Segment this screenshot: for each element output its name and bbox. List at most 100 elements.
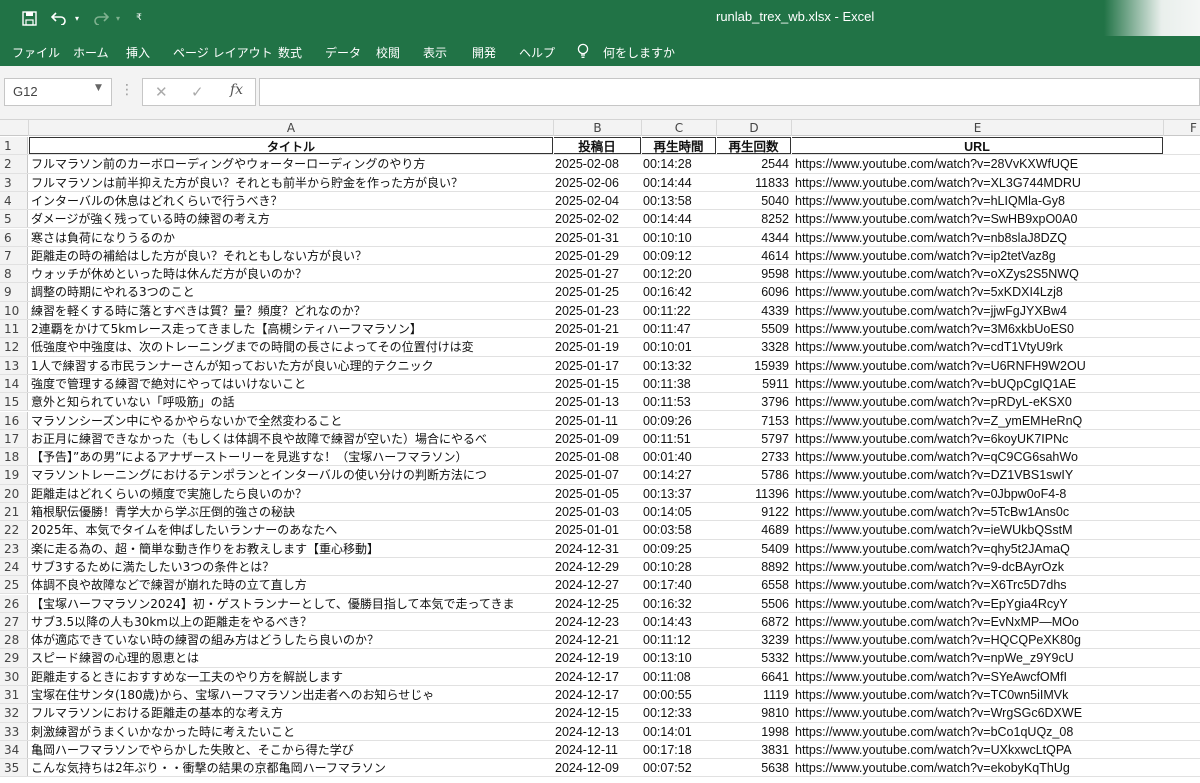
duration-cell[interactable]: 00:12:20 <box>642 265 716 282</box>
date-cell[interactable]: 2025-02-08 <box>554 155 641 172</box>
duration-cell[interactable]: 00:10:10 <box>642 229 716 246</box>
url-cell[interactable]: https://www.youtube.com/watch?v=ip2tetVa… <box>792 247 1163 264</box>
row-number[interactable]: 6 <box>0 228 28 246</box>
views-cell[interactable]: 6558 <box>717 576 791 593</box>
row-number[interactable]: 1 <box>0 137 28 155</box>
date-cell[interactable]: 2024-12-15 <box>554 704 641 721</box>
title-cell[interactable]: こんな気持ちは2年ぶり・・衝撃の結果の京都亀岡ハーフマラソン <box>29 759 553 776</box>
views-cell[interactable]: 5040 <box>717 192 791 209</box>
url-cell[interactable]: https://www.youtube.com/watch?v=EpYgia4R… <box>792 595 1163 612</box>
title-cell[interactable]: 【予告】”あの男”によるアナザーストーリーを見逃すな！（宝塚ハーフマラソン） <box>29 448 553 465</box>
views-cell[interactable]: 5638 <box>717 759 791 776</box>
url-cell[interactable]: https://www.youtube.com/watch?v=6koyUK7I… <box>792 430 1163 447</box>
date-cell[interactable]: 2025-01-23 <box>554 302 641 319</box>
date-cell[interactable]: 2025-01-09 <box>554 430 641 447</box>
date-cell[interactable]: 2024-12-29 <box>554 558 641 575</box>
row-number[interactable]: 5 <box>0 210 28 228</box>
url-cell[interactable]: https://www.youtube.com/watch?v=SYeAwcfO… <box>792 668 1163 685</box>
date-cell[interactable]: 2025-01-21 <box>554 320 641 337</box>
date-cell[interactable]: 2025-01-15 <box>554 375 641 392</box>
row-number[interactable]: 4 <box>0 191 28 210</box>
url-cell[interactable]: https://www.youtube.com/watch?v=jjwFgJYX… <box>792 302 1163 319</box>
duration-cell[interactable]: 00:11:47 <box>642 320 716 337</box>
url-cell[interactable]: https://www.youtube.com/watch?v=qhy5t2JA… <box>792 540 1163 557</box>
url-cell[interactable]: https://www.youtube.com/watch?v=9-dcBAyr… <box>792 558 1163 575</box>
undo-icon[interactable] <box>48 0 70 36</box>
url-cell[interactable]: https://www.youtube.com/watch?v=WrgSGc6D… <box>792 704 1163 721</box>
url-cell[interactable]: https://www.youtube.com/watch?v=hLIQMla-… <box>792 192 1163 209</box>
row-number[interactable]: 21 <box>0 503 28 521</box>
title-cell[interactable]: ウォッチが休めといった時は休んだ方が良いのか？ <box>29 265 553 282</box>
date-cell[interactable]: 2025-01-01 <box>554 521 641 538</box>
url-cell[interactable]: https://www.youtube.com/watch?v=DZ1VBS1s… <box>792 466 1163 483</box>
duration-cell[interactable]: 00:14:44 <box>642 210 716 227</box>
duration-cell[interactable]: 00:11:08 <box>642 668 716 685</box>
views-cell[interactable]: 4339 <box>717 302 791 319</box>
url-cell[interactable]: https://www.youtube.com/watch?v=3M6xkbUo… <box>792 320 1163 337</box>
date-cell[interactable]: 2025-01-08 <box>554 448 641 465</box>
url-cell[interactable]: https://www.youtube.com/watch?v=bUQpCgIQ… <box>792 375 1163 392</box>
duration-cell[interactable]: 00:17:40 <box>642 576 716 593</box>
duration-cell[interactable]: 00:17:18 <box>642 741 716 758</box>
url-cell[interactable]: https://www.youtube.com/watch?v=oXZys2S5… <box>792 265 1163 282</box>
views-cell[interactable]: 5797 <box>717 430 791 447</box>
duration-cell[interactable]: 00:11:12 <box>642 631 716 648</box>
date-cell[interactable]: 2025-01-29 <box>554 247 641 264</box>
date-cell[interactable]: 2024-12-31 <box>554 540 641 557</box>
title-cell[interactable]: フルマラソンは前半抑えた方が良い？それとも前半から貯金を作った方が良い？ <box>29 174 553 191</box>
url-cell[interactable]: https://www.youtube.com/watch?v=SwHB9xpO… <box>792 210 1163 227</box>
column-header-b[interactable]: B <box>554 120 642 136</box>
views-cell[interactable]: 9122 <box>717 503 791 520</box>
views-cell[interactable]: 4344 <box>717 229 791 246</box>
date-cell[interactable]: 2025-01-25 <box>554 283 641 300</box>
row-number[interactable]: 15 <box>0 393 28 411</box>
undo-dropdown-icon[interactable]: ▾ <box>72 0 82 36</box>
enter-icon[interactable]: ✓ <box>191 83 204 101</box>
row-number[interactable]: 12 <box>0 338 28 356</box>
views-cell[interactable]: 5786 <box>717 466 791 483</box>
row-number[interactable]: 26 <box>0 594 28 612</box>
views-cell[interactable]: 5911 <box>717 375 791 392</box>
date-cell[interactable]: 2024-12-23 <box>554 613 641 630</box>
date-cell[interactable]: 2024-12-13 <box>554 723 641 740</box>
url-cell[interactable]: https://www.youtube.com/watch?v=X6Trc5D7… <box>792 576 1163 593</box>
row-number[interactable]: 23 <box>0 539 28 557</box>
row-number[interactable]: 24 <box>0 557 28 576</box>
row-number[interactable]: 33 <box>0 722 28 740</box>
row-number[interactable]: 30 <box>0 667 28 685</box>
lightbulb-icon[interactable] <box>576 43 590 59</box>
date-cell[interactable]: 2025-01-17 <box>554 357 641 374</box>
duration-cell[interactable]: 00:07:52 <box>642 759 716 776</box>
views-cell[interactable]: 5506 <box>717 595 791 612</box>
title-cell[interactable]: 刺激練習がうまくいかなかった時に考えたいこと <box>29 723 553 740</box>
row-number[interactable]: 20 <box>0 484 28 502</box>
date-cell[interactable]: 2025-02-02 <box>554 210 641 227</box>
redo-dropdown-icon[interactable]: ▾ <box>113 0 123 36</box>
url-cell[interactable]: https://www.youtube.com/watch?v=npWe_z9Y… <box>792 649 1163 666</box>
title-cell[interactable]: スピード練習の心理的恩恵とは <box>29 649 553 666</box>
duration-cell[interactable]: 00:13:32 <box>642 357 716 374</box>
header-title-cell[interactable]: タイトル <box>29 137 553 155</box>
date-cell[interactable]: 2025-01-03 <box>554 503 641 520</box>
title-cell[interactable]: 調整の時期にやれる3つのこと <box>29 283 553 300</box>
views-cell[interactable]: 3239 <box>717 631 791 648</box>
redo-icon[interactable] <box>90 0 112 36</box>
row-number[interactable]: 28 <box>0 631 28 649</box>
row-number[interactable]: 19 <box>0 466 28 484</box>
date-cell[interactable]: 2024-12-19 <box>554 649 641 666</box>
tab-data[interactable]: データ <box>325 44 361 61</box>
row-number[interactable]: 14 <box>0 374 28 393</box>
views-cell[interactable]: 5509 <box>717 320 791 337</box>
url-cell[interactable]: https://www.youtube.com/watch?v=cdT1VtyU… <box>792 338 1163 355</box>
views-cell[interactable]: 8892 <box>717 558 791 575</box>
url-cell[interactable]: https://www.youtube.com/watch?v=nb8slaJ8… <box>792 229 1163 246</box>
row-number[interactable]: 8 <box>0 265 28 283</box>
views-cell[interactable]: 9810 <box>717 704 791 721</box>
tab-review[interactable]: 校閲 <box>376 44 400 61</box>
tab-formulas[interactable]: 数式 <box>278 44 302 61</box>
url-cell[interactable]: https://www.youtube.com/watch?v=UXkxwcLt… <box>792 741 1163 758</box>
url-cell[interactable]: https://www.youtube.com/watch?v=5TcBw1An… <box>792 503 1163 520</box>
views-cell[interactable]: 3328 <box>717 338 791 355</box>
row-number[interactable]: 31 <box>0 686 28 704</box>
row-number[interactable]: 11 <box>0 320 28 338</box>
